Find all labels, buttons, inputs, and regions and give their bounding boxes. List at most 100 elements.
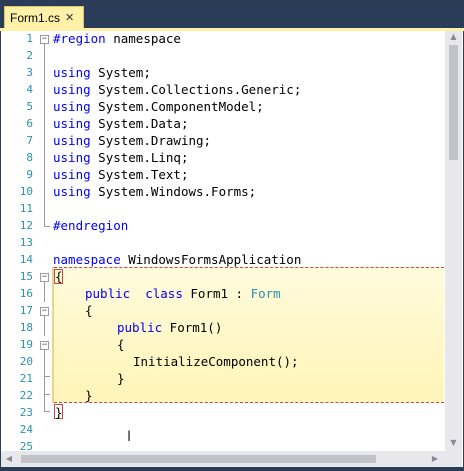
code-editor-window: Form1.cs ✕ 1 2 3 4 5 6 7 8 9 10 11 12 13… [0,0,464,471]
code-text: System.Windows.Forms; [90,184,257,199]
text-cursor-icon: I [127,429,132,445]
code-text: System.Collections.Generic; [90,82,302,97]
code-line-12: #endregion [53,218,129,233]
horizontal-scroll-thumb[interactable] [21,455,376,463]
outlining-margin: − − − − [36,31,50,451]
keyword: using [53,133,91,148]
line-number: 21 [19,372,33,385]
outline-end [44,411,50,412]
line-number: 17 [19,304,33,317]
code-line-1: #region namespace [53,31,181,47]
code-text: System.Data; [90,116,189,131]
scroll-up-icon[interactable]: ▲ [445,32,462,41]
code-text: : [228,286,251,301]
outline-guide [44,350,45,376]
code-text: System.Text; [90,167,189,182]
collapse-namespace-icon[interactable]: − [40,273,49,282]
keyword: public [117,320,163,335]
keyword: using [53,150,91,165]
line-number: 1 [26,32,33,45]
line-number: 16 [19,287,33,300]
code-line-7: using System.Drawing; [53,132,211,149]
code-line-18: public Form1() [117,319,222,336]
code-line-23: } [55,405,63,420]
keyword: using [53,99,91,114]
outline-guide [44,377,45,394]
code-line-17: { [85,303,93,318]
keyword: namespace [53,252,121,267]
code-line-8: using System.Linq; [53,149,188,166]
tab-form1-cs[interactable]: Form1.cs ✕ [4,6,84,28]
keyword: using [53,116,91,131]
line-number: 18 [19,321,33,334]
horizontal-scrollbar[interactable]: ◀ ▶ [1,451,445,467]
line-number: 23 [19,406,33,419]
keyword: #region [53,31,106,46]
code-text: System; [90,65,151,80]
keyword: using [53,65,91,80]
type-name: Form [250,286,281,301]
tab-label: Form1.cs [10,10,61,25]
code-line-22: } [85,388,93,403]
scrollbar-corner [445,451,462,467]
keyword: using [53,82,91,97]
keyword: public [85,286,131,301]
line-number: 15 [19,270,33,283]
code-line-4: using System.Collections.Generic; [53,81,301,98]
code-line-5: using System.ComponentModel; [53,98,264,115]
code-line-16: public class Form1 : Form [85,285,281,302]
outline-end [44,226,50,227]
scroll-left-icon[interactable]: ◀ [3,454,15,463]
line-number: 2 [26,49,33,62]
outline-guide [44,44,45,226]
code-line-3: using System; [53,64,151,81]
code-text: Form1() [162,320,223,335]
line-number: 20 [19,355,33,368]
code-line-14: namespace WindowsFormsApplication [53,251,301,268]
code-line-15: { [55,269,63,284]
line-number: 22 [19,389,33,402]
line-number: 14 [19,253,33,266]
scroll-down-icon[interactable]: ▼ [445,438,462,447]
line-number: 13 [19,236,33,249]
line-number: 19 [19,338,33,351]
code-text: System.Linq; [90,150,189,165]
scroll-right-icon[interactable]: ▶ [429,454,441,463]
editor-surface[interactable]: 1 2 3 4 5 6 7 8 9 10 11 12 13 14 15 16 1… [1,31,463,467]
code-text: System.ComponentModel; [90,99,264,114]
code-text-area[interactable]: #region namespace using System; using Sy… [53,31,445,451]
code-text: System.Drawing; [90,133,212,148]
outline-guide [44,282,45,302]
keyword: class [145,286,183,301]
code-line-9: using System.Text; [53,166,188,183]
line-number: 9 [26,168,33,181]
line-number: 4 [26,83,33,96]
outline-guide [44,395,45,411]
line-number: 5 [26,100,33,113]
code-line-10: using System.Windows.Forms; [53,183,256,200]
line-number: 8 [26,151,33,164]
line-number: 6 [26,117,33,130]
vertical-scroll-thumb[interactable] [449,45,458,160]
code-text: WindowsFormsApplication [120,252,302,267]
keyword: using [53,167,91,182]
class-name: Form1 [190,286,229,301]
vertical-scrollbar[interactable]: ▲ ▼ [445,31,462,451]
line-number: 10 [19,185,33,198]
close-icon[interactable]: ✕ [65,12,74,23]
code-line-19: { [117,337,125,352]
collapse-method-icon[interactable]: − [40,341,49,350]
code-line-6: using System.Data; [53,115,188,132]
code-line-20: InitializeComponent(); [133,354,299,369]
line-number: 12 [19,219,33,232]
keyword: using [53,184,91,199]
document-tab-strip: Form1.cs ✕ [0,0,464,31]
outline-guide [44,316,45,336]
code-text: namespace [105,31,181,46]
line-number: 7 [26,134,33,147]
line-number: 11 [19,202,33,215]
collapse-region-icon[interactable]: − [40,35,49,44]
line-number: 24 [19,423,33,436]
collapse-class-icon[interactable]: − [40,307,49,316]
code-line-21: } [117,371,125,386]
